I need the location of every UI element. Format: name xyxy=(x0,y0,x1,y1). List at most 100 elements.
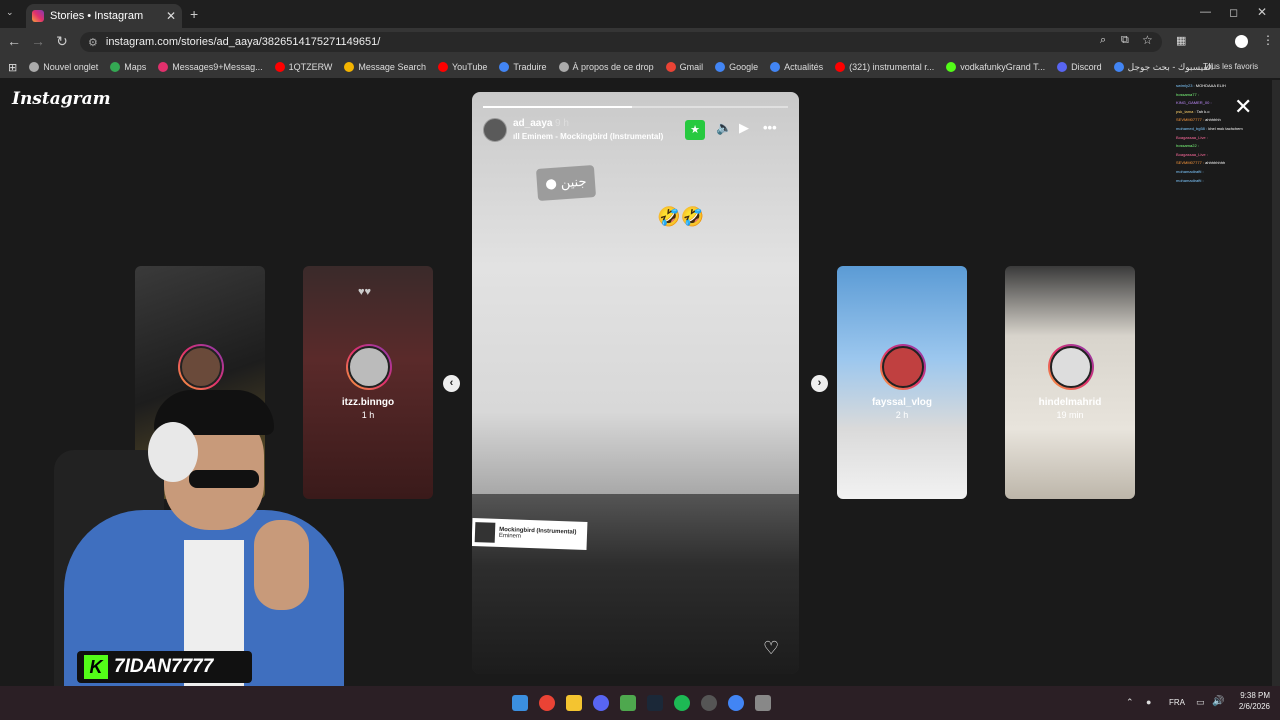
webcam-overlay xyxy=(24,380,344,686)
hearts-icon: ♥♥ xyxy=(358,286,372,298)
story-username: fayssal_vlog xyxy=(871,397,933,408)
all-favorites[interactable]: Tous les favoris xyxy=(1203,62,1258,71)
bookmark-item[interactable]: 1QTZERW xyxy=(274,62,332,72)
menu-icon[interactable]: ⋮ xyxy=(1262,33,1274,47)
chat-message: hossama77 : xyxy=(1176,91,1276,100)
obs-icon[interactable] xyxy=(701,695,717,711)
story-avatar xyxy=(880,344,926,390)
chat-username: mohamed_bg58 : xyxy=(1176,125,1209,131)
side-story-card[interactable]: hindelmahrid 19 min xyxy=(1005,266,1135,499)
apps-icon[interactable]: ⊞ xyxy=(8,61,17,74)
emoji-sticker: 🤣🤣 xyxy=(657,207,705,228)
chrome-icon[interactable] xyxy=(539,695,555,711)
zoom-icon[interactable]: ⌕ xyxy=(1100,34,1106,47)
story-username[interactable]: ad_aaya xyxy=(513,118,552,129)
extensions-icon[interactable]: ▦ xyxy=(1176,34,1186,47)
story-song[interactable]: ıll Eminem - Mockingbird (Instrumental) xyxy=(513,132,663,141)
story-viewer[interactable]: ad_aaya 9 h ıll Eminem - Mockingbird (In… xyxy=(472,92,799,674)
profile-avatar[interactable] xyxy=(1235,35,1248,48)
story-progress-bar xyxy=(483,106,788,108)
tab-close-icon[interactable]: ✕ xyxy=(166,9,176,23)
play-icon[interactable]: ▶ xyxy=(739,120,749,136)
bookmark-item[interactable]: Message Search xyxy=(344,62,426,72)
utorrent-icon[interactable] xyxy=(620,695,636,711)
window-close-icon[interactable]: ✕ xyxy=(1257,5,1267,19)
chat-message: Boagassaa_Live : xyxy=(1176,134,1276,143)
clock-date: 2/6/2026 xyxy=(1238,702,1270,711)
microphone-icon[interactable]: ● xyxy=(1146,697,1151,707)
forward-icon[interactable]: → xyxy=(29,33,47,49)
close-friends-star-icon: ★ xyxy=(685,120,705,140)
bookmarks-bar: ⊞ Nouvel onglet Maps Messages9+Messag...… xyxy=(0,56,1280,78)
bookmark-item[interactable]: Nouvel onglet xyxy=(29,62,98,72)
reload-icon[interactable]: ↻ xyxy=(53,33,71,50)
clock[interactable]: 9:38 PM 2/6/2026 xyxy=(1239,690,1270,712)
chat-text: ahhhhhh xyxy=(1205,117,1221,123)
bookmark-item[interactable]: Google xyxy=(715,62,758,72)
chat-username: SEVMM07777 : xyxy=(1176,117,1206,123)
maximize-icon[interactable]: ◻ xyxy=(1229,6,1238,19)
bookmark-item[interactable]: (321) instrumental r... xyxy=(835,62,934,72)
bookmark-item[interactable]: Messages9+Messag... xyxy=(158,62,263,72)
location-sticker[interactable]: ⬤ جنين xyxy=(535,165,597,201)
chat-message: mohamadirafti : xyxy=(1176,177,1276,186)
site-info-icon[interactable]: ⚙ xyxy=(88,36,98,49)
discord-icon[interactable] xyxy=(593,695,609,711)
bookmark-item[interactable]: vodkafunkyGrand T... xyxy=(946,62,1045,72)
network-icon[interactable]: ▭ xyxy=(1196,697,1205,708)
speaker-icon[interactable]: 🔊 xyxy=(1212,696,1224,707)
chat-username: mohamadirafti : xyxy=(1176,168,1204,174)
steam-icon[interactable] xyxy=(647,695,663,711)
tray-chevron-icon[interactable]: ⌃ xyxy=(1126,697,1134,708)
location-pin-icon: ⬤ xyxy=(545,178,558,190)
more-options-icon[interactable]: ••• xyxy=(763,120,777,135)
start-icon[interactable] xyxy=(512,695,528,711)
bookmark-item[interactable]: Gmail xyxy=(665,62,703,72)
clock-time: 9:38 PM xyxy=(1240,691,1270,700)
music-bars-icon: ıll xyxy=(513,132,522,141)
chat-username: Boagassaa_Live : xyxy=(1176,134,1208,140)
story-time: 2 h xyxy=(895,410,909,420)
volume-icon[interactable]: 🔈 xyxy=(716,120,732,136)
chat-message: SEVMM07777 : ahhhhhhhh xyxy=(1176,159,1276,168)
tab-title: Stories • Instagram xyxy=(50,10,144,22)
music-sticker[interactable]: Mockingbird (Instrumental) Eminem xyxy=(472,518,588,550)
story-user-avatar[interactable] xyxy=(483,118,507,142)
instagram-logo[interactable]: Instagram xyxy=(12,89,111,109)
chat-message: swimly23 : MOHDAAA ELIH xyxy=(1176,82,1276,91)
address-bar[interactable]: ⚙ instagram.com/stories/ad_aaya/38265141… xyxy=(80,32,1162,52)
bookmark-item[interactable]: الفيسبوك - بحث جوجل xyxy=(1113,62,1213,73)
like-heart-icon[interactable]: ♡ xyxy=(763,638,779,659)
side-story-card[interactable]: fayssal_vlog 2 h xyxy=(837,266,967,499)
bookmark-item[interactable]: Maps xyxy=(110,62,146,72)
spotify-icon[interactable] xyxy=(674,695,690,711)
chat-text: khel mok tachchem xyxy=(1208,125,1243,131)
minimize-icon[interactable]: — xyxy=(1200,6,1211,18)
chrome-active-icon[interactable] xyxy=(728,695,744,711)
file-explorer-icon[interactable] xyxy=(566,695,582,711)
bookmark-item[interactable]: À propos de ce drop xyxy=(558,62,654,72)
chat-username: hossama77 : xyxy=(1176,91,1199,97)
bookmark-item[interactable]: Traduire xyxy=(499,62,547,72)
bookmark-item[interactable]: Actualités xyxy=(770,62,823,72)
browser-tab[interactable]: Stories • Instagram ✕ xyxy=(26,4,182,28)
previous-story-button[interactable]: ‹ xyxy=(443,375,460,392)
chat-username: SEVMM07777 : xyxy=(1176,160,1206,166)
bookmark-item[interactable]: Discord xyxy=(1057,62,1102,72)
chat-username: psk_tama : xyxy=(1176,108,1197,114)
settings-icon[interactable] xyxy=(755,695,771,711)
chat-message: hossama22 : xyxy=(1176,142,1276,151)
story-username: hindelmahrid xyxy=(1038,397,1102,408)
back-icon[interactable]: ← xyxy=(5,33,23,49)
chat-username: hossama22 : xyxy=(1176,143,1199,149)
new-tab-icon[interactable]: + xyxy=(190,6,198,22)
album-cover xyxy=(474,522,496,543)
cast-icon[interactable]: ⧉ xyxy=(1121,34,1129,47)
tab-search-icon[interactable]: ⌄ xyxy=(6,7,14,18)
windows-taskbar xyxy=(0,686,1280,720)
bookmark-star-icon[interactable]: ☆ xyxy=(1142,33,1153,47)
next-story-button[interactable]: › xyxy=(811,375,828,392)
url-text: instagram.com/stories/ad_aaya/3826514175… xyxy=(105,36,381,48)
language-indicator[interactable]: FRA xyxy=(1169,698,1185,707)
bookmark-item[interactable]: YouTube xyxy=(437,62,487,72)
